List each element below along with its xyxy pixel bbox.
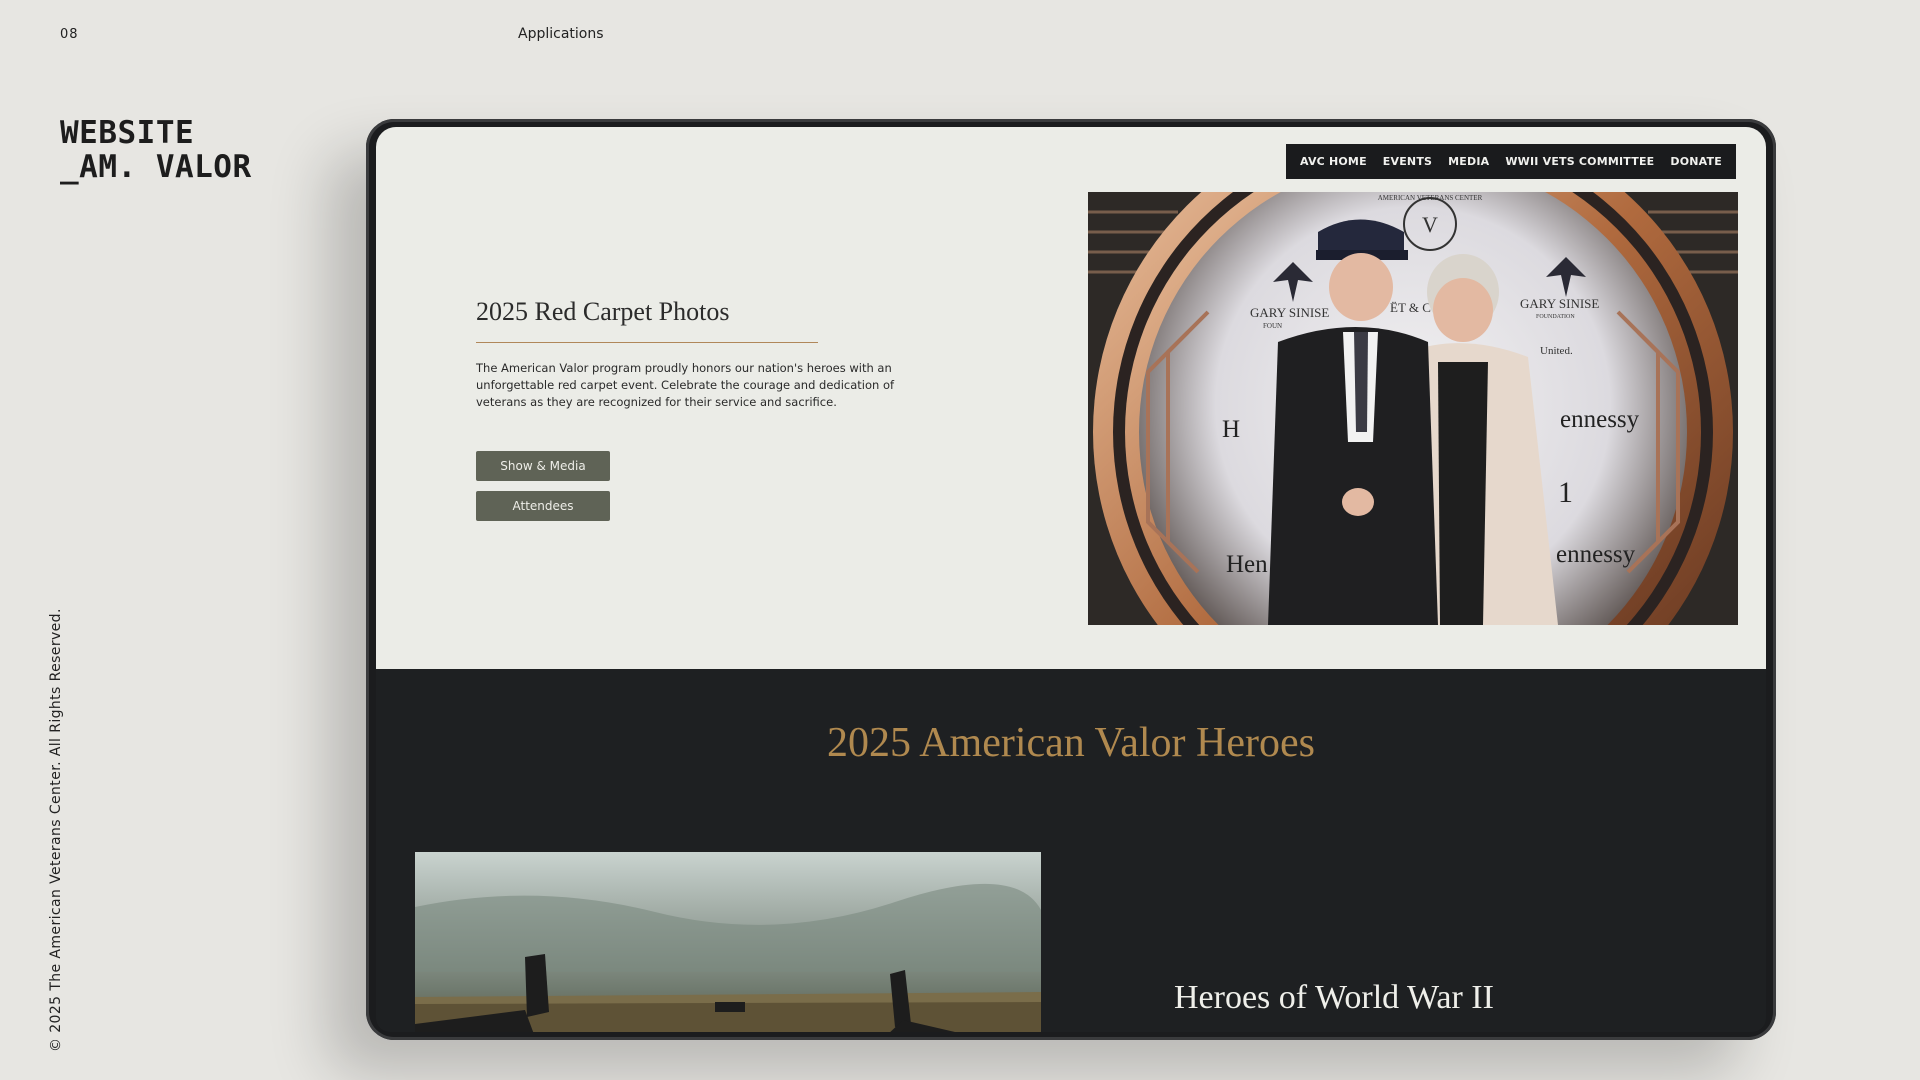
page-number: 08 <box>60 27 79 42</box>
backdrop-sponsor-right-sub: FOUNDATION <box>1536 314 1575 320</box>
backdrop-united: United. <box>1540 345 1573 357</box>
show-media-button[interactable]: Show & Media <box>476 451 610 481</box>
backdrop-hennessy-1: ennessy <box>1560 406 1640 433</box>
backdrop-h-left: H <box>1222 416 1240 443</box>
hero-description: The American Valor program proudly honor… <box>476 361 895 409</box>
wwii-photo-art <box>415 852 1041 1032</box>
backdrop-sponsor-right: GARY SINISE <box>1520 296 1599 311</box>
red-carpet-photo: V AMERICAN VETERANS CENTER GARY SINISE F… <box>1088 192 1738 625</box>
copyright-text: © 2025 The American Veterans Center. All… <box>48 608 64 1052</box>
backdrop-sponsor-left: GARY SINISE <box>1250 305 1329 320</box>
brand-line-2: _AM. VALOR <box>60 149 252 185</box>
seal-text: AMERICAN VETERANS CENTER <box>1378 194 1483 202</box>
tablet-screen: AVC HOME EVENTS MEDIA WWII VETS COMMITTE… <box>376 127 1766 1032</box>
wwii-heroes-title: Heroes of World War II <box>1174 979 1494 1016</box>
brand-wordmark: WEBSITE _AM. VALOR <box>60 116 252 184</box>
backdrop-moet: ËT & C <box>1390 300 1431 315</box>
heroes-section-heading: 2025 American Valor Heroes <box>827 720 1315 766</box>
nav-item-donate[interactable]: DONATE <box>1670 155 1722 168</box>
main-nav: AVC HOME EVENTS MEDIA WWII VETS COMMITTE… <box>1286 144 1736 179</box>
nav-item-media[interactable]: MEDIA <box>1448 155 1489 168</box>
backdrop-partial-1: 1 <box>1558 476 1573 509</box>
hero-divider <box>476 342 818 343</box>
nav-item-avc-home[interactable]: AVC HOME <box>1300 155 1367 168</box>
wwii-photo <box>415 852 1041 1032</box>
backdrop-hen-left: Hen <box>1226 551 1268 578</box>
nav-item-wwii-vets-committee[interactable]: WWII VETS COMMITTEE <box>1505 155 1654 168</box>
tablet-device: AVC HOME EVENTS MEDIA WWII VETS COMMITTE… <box>366 119 1776 1040</box>
section-label: Applications <box>518 26 604 42</box>
avc-seal-glyph: V <box>1422 212 1438 237</box>
backdrop-sponsor-left-sub: FOUN <box>1263 322 1282 330</box>
brand-line-1: WEBSITE <box>60 115 195 151</box>
hero-section: AVC HOME EVENTS MEDIA WWII VETS COMMITTE… <box>376 127 1766 669</box>
backdrop-hennessy-2: ennessy <box>1556 541 1636 568</box>
red-carpet-photo-art: V AMERICAN VETERANS CENTER GARY SINISE F… <box>1088 192 1738 625</box>
nav-item-events[interactable]: EVENTS <box>1383 155 1432 168</box>
attendees-button[interactable]: Attendees <box>476 491 610 521</box>
hero-title: 2025 Red Carpet Photos <box>476 297 730 326</box>
